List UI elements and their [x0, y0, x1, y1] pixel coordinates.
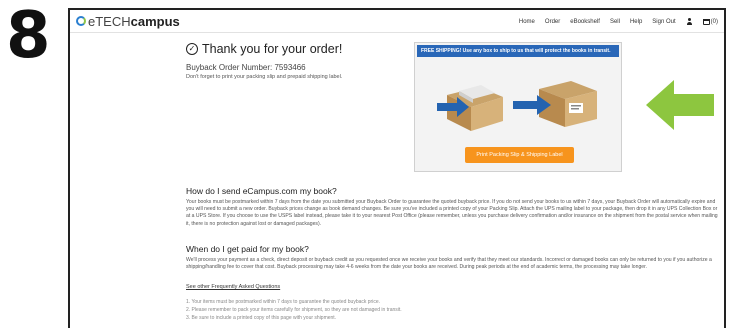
cart-count: (0) — [710, 18, 718, 25]
step-number: 8 — [6, 0, 51, 73]
list-item: 3. Be sure to include a printed copy of … — [186, 315, 337, 321]
logo-mark-icon — [76, 16, 86, 26]
browser-page: e TECH campus Home Order eBookshelf Sell… — [68, 8, 726, 328]
nav-help[interactable]: Help — [630, 19, 642, 25]
free-shipping-banner: FREE SHIPPING! Use any box to ship to us… — [417, 45, 619, 57]
nav-ebookshelf[interactable]: eBookshelf — [570, 19, 600, 25]
nav-home[interactable]: Home — [519, 19, 535, 25]
nav-order[interactable]: Order — [545, 19, 560, 25]
user-icon[interactable] — [686, 18, 693, 25]
buyback-order-number: Buyback Order Number: 7593466 — [186, 63, 306, 72]
site-header: e TECH campus Home Order eBookshelf Sell… — [70, 10, 724, 33]
logo-text-prefix: e — [88, 13, 96, 29]
faq-link[interactable]: See other Frequently Asked Questions — [186, 284, 280, 290]
print-reminder: Don't forget to print your packing slip … — [186, 74, 343, 80]
site-logo[interactable]: e TECH campus — [76, 14, 180, 29]
when-paid-section: When do I get paid for my book? We'll pr… — [186, 244, 722, 271]
how-to-send-heading: How do I send eCampus.com my book? — [186, 186, 337, 196]
cart-icon — [702, 18, 710, 25]
nav-sign-out[interactable]: Sign Out — [652, 19, 675, 25]
when-paid-heading: When do I get paid for my book? — [186, 244, 309, 254]
page-title: ✓ Thank you for your order! — [186, 42, 342, 56]
thanks-heading: Thank you for your order! — [202, 42, 343, 56]
shipping-boxes-illustration — [429, 63, 609, 135]
when-paid-body: We'll process your payment as a check, d… — [186, 257, 712, 271]
green-pointer-arrow-icon — [646, 80, 714, 130]
how-to-send-section: How do I send eCampus.com my book? Your … — [186, 186, 722, 228]
logo-text-campus: campus — [130, 13, 180, 29]
shipping-promo-panel: FREE SHIPPING! Use any box to ship to us… — [414, 42, 622, 172]
main-nav: Home Order eBookshelf Sell Help Sign Out… — [519, 10, 718, 33]
nav-sell[interactable]: Sell — [610, 19, 620, 25]
logo-text-tech: TECH — [95, 13, 131, 29]
cart-button[interactable]: (0) — [702, 18, 718, 25]
shipping-notes-list: 1. Your items must be postmarked within … — [186, 298, 402, 322]
list-item: 1. Your items must be postmarked within … — [186, 299, 381, 305]
how-to-send-body: Your books must be postmarked within 7 d… — [186, 199, 718, 227]
check-circle-icon: ✓ — [186, 43, 198, 55]
list-item: 2. Please remember to pack your items ca… — [186, 307, 402, 313]
print-packing-slip-button[interactable]: Print Packing Slip & Shipping Label — [465, 147, 574, 163]
